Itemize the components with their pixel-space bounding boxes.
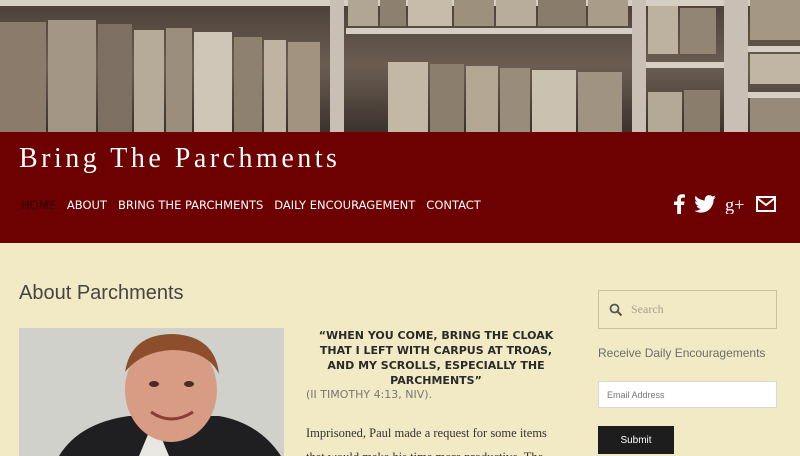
book [538, 0, 586, 26]
nav-contact[interactable]: CONTACT [426, 198, 481, 212]
book [288, 42, 320, 132]
book [134, 30, 164, 132]
book [388, 62, 428, 132]
book [648, 6, 678, 54]
shelf-board [748, 46, 800, 52]
book [0, 22, 46, 132]
book [348, 0, 378, 26]
facebook-icon[interactable] [673, 193, 685, 215]
search-input[interactable] [631, 302, 771, 317]
book [578, 72, 622, 132]
site-header: Bring The Parchments HOME ABOUT BRING TH… [0, 132, 800, 243]
search-box [598, 290, 777, 329]
book [48, 20, 96, 132]
book [648, 92, 682, 132]
book [588, 0, 628, 26]
twitter-icon[interactable] [694, 193, 716, 215]
shelf-upright [632, 0, 646, 132]
nav-bring-the-parchments[interactable]: BRING THE PARCHMENTS [118, 198, 263, 212]
nav-daily-encouragement[interactable]: DAILY ENCOURAGEMENT [274, 198, 415, 212]
book [466, 66, 498, 132]
book [496, 0, 536, 26]
book [166, 28, 192, 132]
about-body-text: Imprisoned, Paul made a request for some… [306, 426, 547, 456]
hero-bookshelf-banner [0, 0, 800, 132]
book [264, 40, 286, 132]
submit-button[interactable]: Submit [598, 426, 674, 454]
book [684, 90, 720, 132]
book [98, 24, 132, 132]
book [500, 68, 530, 132]
email-field[interactable] [598, 381, 777, 408]
book [430, 64, 464, 132]
book [750, 0, 800, 40]
nav-home[interactable]: HOME [21, 198, 56, 212]
book [680, 8, 716, 54]
book [234, 37, 262, 132]
shelf-upright [724, 0, 748, 132]
search-icon [609, 303, 623, 317]
subscribe-title: Receive Daily Encouragements [598, 346, 766, 360]
scripture-citation: (II TIMOTHY 4:13, NIV). [306, 388, 433, 401]
nav-about[interactable]: ABOUT [67, 198, 107, 212]
svg-text:g+: g+ [725, 194, 745, 214]
main-nav: HOME ABOUT BRING THE PARCHMENTS DAILY EN… [21, 198, 481, 212]
author-photo [19, 328, 284, 456]
shelf-board [646, 62, 726, 68]
book [532, 70, 576, 132]
social-links: g+ [673, 193, 776, 215]
shelf-upright [330, 0, 344, 132]
shelf-board [346, 28, 636, 34]
book [454, 0, 494, 26]
mail-icon[interactable] [756, 193, 776, 215]
site-title[interactable]: Bring The Parchments [19, 143, 340, 175]
google-plus-icon[interactable]: g+ [725, 193, 747, 215]
book [750, 54, 800, 84]
book [750, 98, 800, 132]
scripture-quote: “WHEN YOU COME, BRING THE CLOAK THAT I L… [318, 329, 554, 387]
book [408, 0, 452, 26]
book [380, 0, 406, 26]
book [194, 32, 232, 132]
page-title: About Parchments [19, 282, 184, 304]
